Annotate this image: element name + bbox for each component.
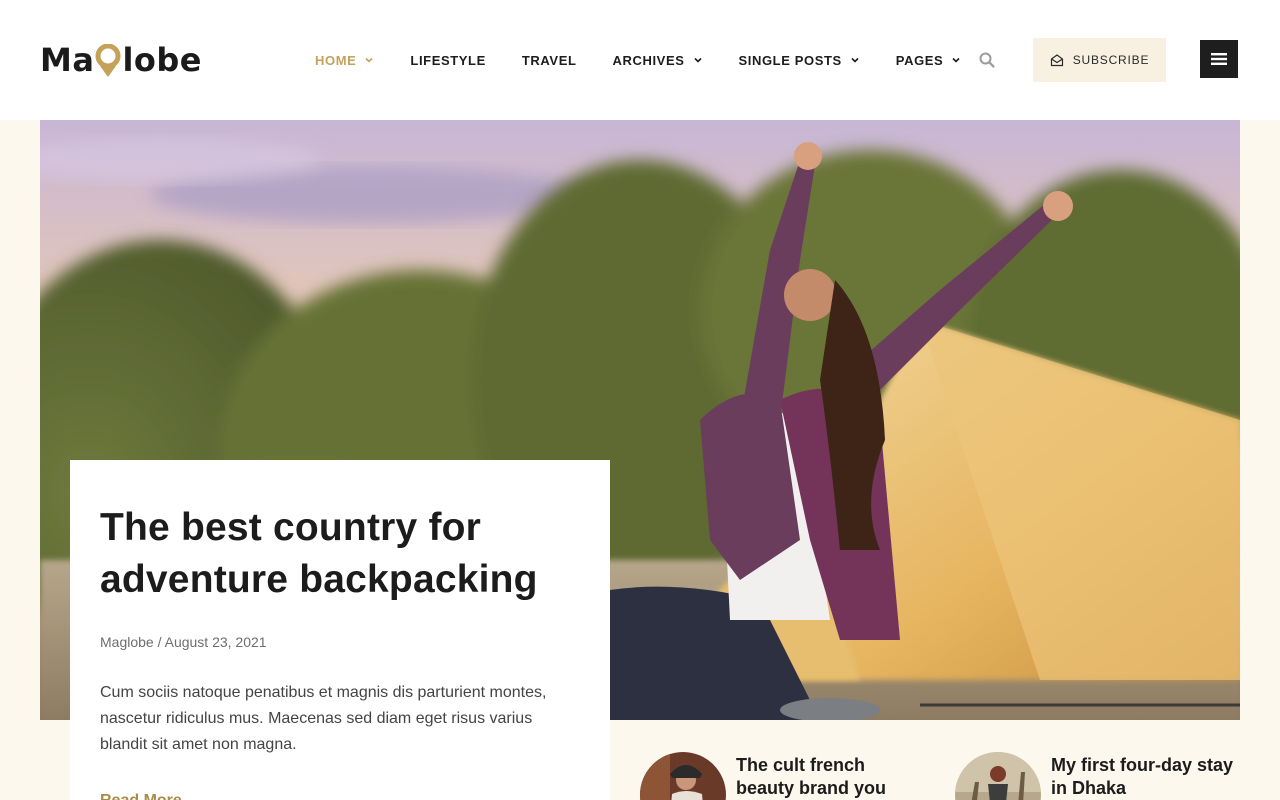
post-thumbnail[interactable] bbox=[955, 752, 1041, 800]
side-post-title[interactable]: The cult french beauty brand you bbox=[736, 754, 916, 800]
nav-item-archives[interactable]: ARCHIVES bbox=[613, 53, 703, 68]
nav-item-label: HOME bbox=[315, 52, 357, 68]
side-post-card[interactable]: My first four-day stay in Dhaka bbox=[955, 752, 1246, 800]
envelope-open-icon bbox=[1050, 54, 1063, 67]
post-thumbnail[interactable] bbox=[640, 752, 726, 800]
main-nav: HOME LIFESTYLE TRAVEL ARCHIVES SINGLE PO… bbox=[315, 48, 997, 72]
subscribe-button[interactable]: SUBSCRIBE bbox=[1033, 38, 1166, 82]
site-logo[interactable]: Ma lobe bbox=[40, 38, 202, 82]
logo-text-end: lobe bbox=[122, 41, 202, 79]
post-excerpt: Cum sociis natoque penatibus et magnis d… bbox=[100, 684, 547, 753]
nav-item-lifestyle[interactable]: LIFESTYLE bbox=[410, 53, 485, 68]
nav-item-label: TRAVEL bbox=[521, 52, 577, 68]
post-meta: Maglobe / August 23, 2021 bbox=[100, 634, 267, 650]
nav-item-label: SINGLE POSTS bbox=[738, 52, 842, 68]
featured-post-title[interactable]: The best country for adventure backpacki… bbox=[100, 502, 580, 606]
read-more-link[interactable]: Read More bbox=[100, 792, 182, 800]
featured-post-card: The best country for adventure backpacki… bbox=[70, 460, 610, 800]
nav-item-home[interactable]: HOME bbox=[315, 53, 374, 68]
site-header: Ma lobe HOME LIFESTYLE TRAVEL ARCHIVES S… bbox=[0, 0, 1280, 120]
nav-item-label: LIFESTYLE bbox=[410, 52, 486, 68]
side-post-title[interactable]: My first four-day stay in Dhaka bbox=[1051, 754, 1246, 800]
side-post-card[interactable]: The cult french beauty brand you bbox=[640, 752, 916, 800]
nav-item-label: PAGES bbox=[895, 52, 944, 68]
nav-item-pages[interactable]: PAGES bbox=[896, 53, 962, 68]
nav-item-travel[interactable]: TRAVEL bbox=[522, 53, 577, 68]
chevron-down-icon bbox=[850, 55, 860, 65]
hamburger-menu-icon[interactable] bbox=[1200, 40, 1238, 78]
chevron-down-icon bbox=[693, 55, 703, 65]
search-icon[interactable] bbox=[978, 51, 996, 69]
subscribe-label: SUBSCRIBE bbox=[1072, 53, 1150, 67]
logo-text-start: Ma bbox=[40, 41, 95, 79]
nav-item-single-posts[interactable]: SINGLE POSTS bbox=[739, 53, 860, 68]
chevron-down-icon bbox=[364, 55, 374, 65]
chevron-down-icon bbox=[951, 55, 961, 65]
nav-item-label: ARCHIVES bbox=[612, 52, 685, 68]
location-pin-icon bbox=[95, 43, 121, 80]
